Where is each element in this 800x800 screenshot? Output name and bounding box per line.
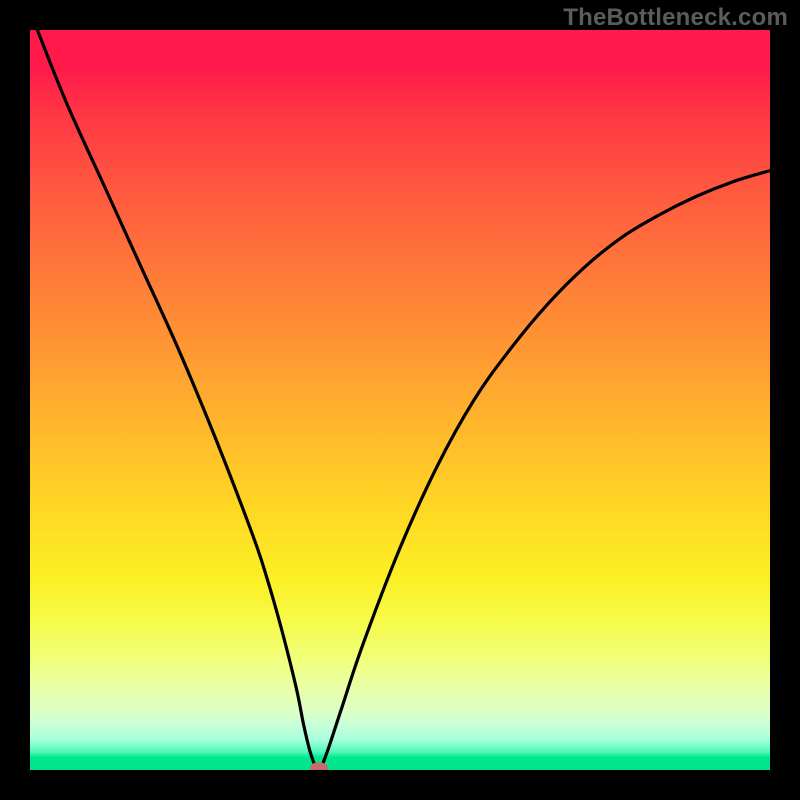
chart-frame: TheBottleneck.com (0, 0, 800, 800)
plot-area (30, 30, 770, 770)
watermark-text: TheBottleneck.com (563, 4, 788, 32)
bottleneck-curve (30, 30, 770, 770)
optimum-marker (310, 763, 328, 771)
